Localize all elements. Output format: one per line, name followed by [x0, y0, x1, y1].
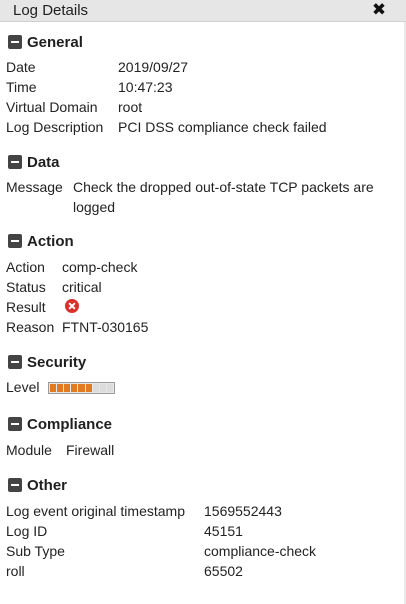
field-label: Time	[6, 79, 37, 95]
collapse-icon[interactable]	[8, 35, 22, 49]
level-segment	[64, 384, 71, 392]
section-data-header[interactable]: Data	[8, 152, 60, 172]
level-segment	[92, 384, 99, 392]
field-label: Level	[6, 379, 40, 395]
collapse-icon[interactable]	[8, 355, 22, 369]
section-compliance-header[interactable]: Compliance	[8, 414, 112, 434]
level-segment	[71, 384, 78, 392]
field-label: Log Description	[6, 119, 104, 135]
collapse-icon[interactable]	[8, 478, 22, 492]
field-value: comp-check	[62, 259, 138, 275]
level-segment	[85, 384, 92, 392]
field-value: 45151	[204, 523, 243, 539]
field-label: Log event original timestamp	[6, 503, 185, 519]
field-label: Message	[6, 179, 63, 195]
security-level-bar	[48, 382, 115, 394]
section-title: Action	[27, 232, 74, 250]
field-value: 10:47:23	[118, 79, 173, 95]
field-value: critical	[62, 279, 102, 295]
field-value: 65502	[204, 563, 243, 579]
field-label: Action	[6, 259, 45, 275]
field-label: Result	[6, 299, 46, 315]
level-segment	[57, 384, 64, 392]
section-title: Other	[27, 476, 68, 494]
field-label: Reason	[6, 319, 55, 335]
field-value: PCI DSS compliance check failed	[118, 119, 327, 135]
message-value: Check the dropped out-of-state TCP packe…	[73, 179, 374, 215]
field-label: Log ID	[6, 523, 48, 539]
error-x-icon	[65, 299, 79, 313]
field-value: 2019/09/27	[118, 59, 189, 75]
level-segment	[99, 384, 106, 392]
field-value: root	[118, 99, 143, 115]
title-bar: Log Details ✖	[0, 0, 406, 22]
window-title: Log Details	[13, 2, 89, 19]
collapse-icon[interactable]	[8, 417, 22, 431]
close-icon[interactable]: ✖	[369, 0, 389, 20]
level-segment	[78, 384, 85, 392]
field-value: Firewall	[66, 442, 115, 458]
level-segment	[50, 384, 57, 392]
section-title: General	[27, 33, 83, 51]
collapse-icon[interactable]	[8, 234, 22, 248]
field-value: FTNT-030165	[62, 319, 149, 335]
section-title: Security	[27, 353, 87, 371]
field-label: Status	[6, 279, 46, 295]
section-title: Data	[27, 153, 60, 171]
level-segment	[106, 384, 113, 392]
field-label: Virtual Domain	[6, 99, 98, 115]
field-value: compliance-check	[204, 543, 317, 559]
section-other-header[interactable]: Other	[8, 475, 67, 495]
section-security-header[interactable]: Security	[8, 352, 86, 372]
field-label: Sub Type	[6, 543, 65, 559]
field-label: Date	[6, 59, 36, 75]
field-label: roll	[6, 563, 25, 579]
collapse-icon[interactable]	[8, 155, 22, 169]
section-title: Compliance	[27, 415, 113, 433]
field-label: Module	[6, 442, 52, 458]
field-value: 1569552443	[204, 503, 282, 519]
section-general-header[interactable]: General	[8, 32, 83, 52]
section-action-header[interactable]: Action	[8, 231, 74, 251]
